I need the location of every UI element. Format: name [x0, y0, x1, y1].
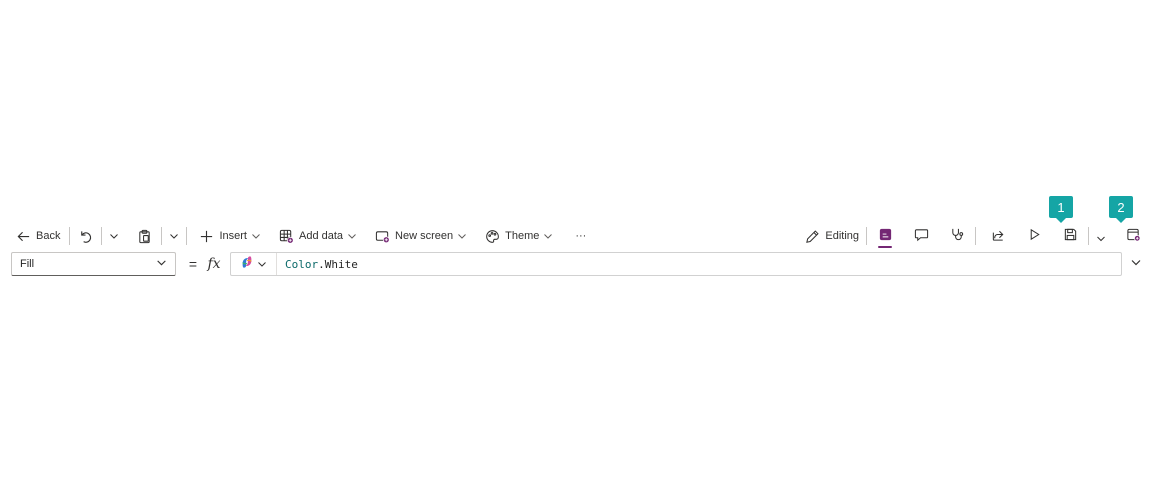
app-checker-button[interactable] — [942, 223, 972, 249]
new-screen-icon — [375, 229, 390, 244]
chevron-down-icon — [1130, 255, 1142, 273]
formula-bar: Fill = fx Color.White — [11, 252, 1148, 276]
undo-button[interactable] — [73, 223, 98, 249]
paste-menu-button[interactable] — [165, 223, 183, 249]
separator — [69, 227, 71, 245]
new-screen-label: New screen — [395, 230, 454, 242]
back-arrow-icon — [16, 229, 31, 244]
share-icon — [991, 227, 1006, 245]
palette-icon — [485, 229, 500, 244]
save-menu-button[interactable] — [1092, 223, 1110, 249]
table-add-icon — [279, 229, 294, 244]
back-label: Back — [36, 230, 61, 242]
editing-button[interactable]: Editing — [799, 223, 863, 249]
editor-icon — [878, 227, 893, 245]
chevron-down-icon — [457, 231, 467, 241]
insert-label: Insert — [219, 230, 247, 242]
separator — [186, 227, 188, 245]
copilot-button[interactable] — [231, 253, 277, 275]
new-screen-button[interactable]: New screen — [363, 223, 473, 249]
chevron-down-icon — [543, 231, 553, 241]
chevron-down-icon — [156, 257, 167, 271]
separator — [101, 227, 103, 245]
comment-icon — [914, 227, 929, 245]
play-icon — [1027, 227, 1042, 245]
comments-button[interactable] — [906, 223, 936, 249]
chevron-down-icon — [251, 231, 261, 241]
save-button[interactable] — [1055, 223, 1085, 249]
paste-button[interactable] — [123, 223, 158, 249]
add-data-button[interactable]: Add data — [267, 223, 363, 249]
plus-icon — [199, 229, 214, 244]
undo-icon — [78, 229, 93, 244]
publish-button[interactable] — [1118, 223, 1148, 249]
marker-1: 1 — [1049, 196, 1073, 223]
editing-label: Editing — [825, 230, 859, 242]
expand-formula-button[interactable] — [1124, 252, 1148, 276]
formula-namespace: Color — [285, 257, 319, 271]
property-dropdown[interactable]: Fill — [11, 252, 176, 276]
pencil-icon — [805, 229, 820, 244]
chevron-down-icon — [169, 231, 179, 241]
copilot-icon — [240, 255, 254, 274]
stethoscope-icon — [950, 227, 965, 245]
fx-icon: fx — [207, 256, 221, 272]
theme-button[interactable]: Theme — [473, 223, 559, 249]
editor-button[interactable] — [870, 223, 900, 249]
chevron-down-icon — [1096, 231, 1106, 242]
preview-button[interactable] — [1019, 223, 1049, 249]
add-data-label: Add data — [298, 230, 344, 242]
separator — [866, 227, 867, 245]
share-button[interactable] — [983, 223, 1013, 249]
formula-input[interactable]: Color.White — [230, 252, 1122, 276]
chevron-down-icon — [257, 259, 267, 269]
separator — [1088, 227, 1089, 245]
paste-icon — [137, 229, 152, 244]
separator — [975, 227, 976, 245]
equals-sign: = — [188, 256, 198, 272]
marker-2: 2 — [1109, 196, 1133, 223]
formula-member: .White — [318, 257, 358, 271]
command-bar: Back Insert Add data New screen Theme ··… — [10, 223, 1148, 249]
separator — [161, 227, 163, 245]
insert-button[interactable]: Insert — [190, 223, 267, 249]
chevron-down-icon — [109, 231, 119, 241]
publish-icon — [1126, 227, 1141, 245]
formula-text[interactable]: Color.White — [277, 258, 358, 271]
save-icon — [1063, 227, 1078, 245]
more-label: ··· — [575, 230, 587, 242]
undo-menu-button[interactable] — [105, 223, 123, 249]
more-button[interactable]: ··· — [559, 223, 592, 249]
property-value: Fill — [20, 258, 35, 270]
back-button[interactable]: Back — [10, 223, 66, 249]
chevron-down-icon — [347, 231, 357, 241]
theme-label: Theme — [505, 230, 540, 242]
